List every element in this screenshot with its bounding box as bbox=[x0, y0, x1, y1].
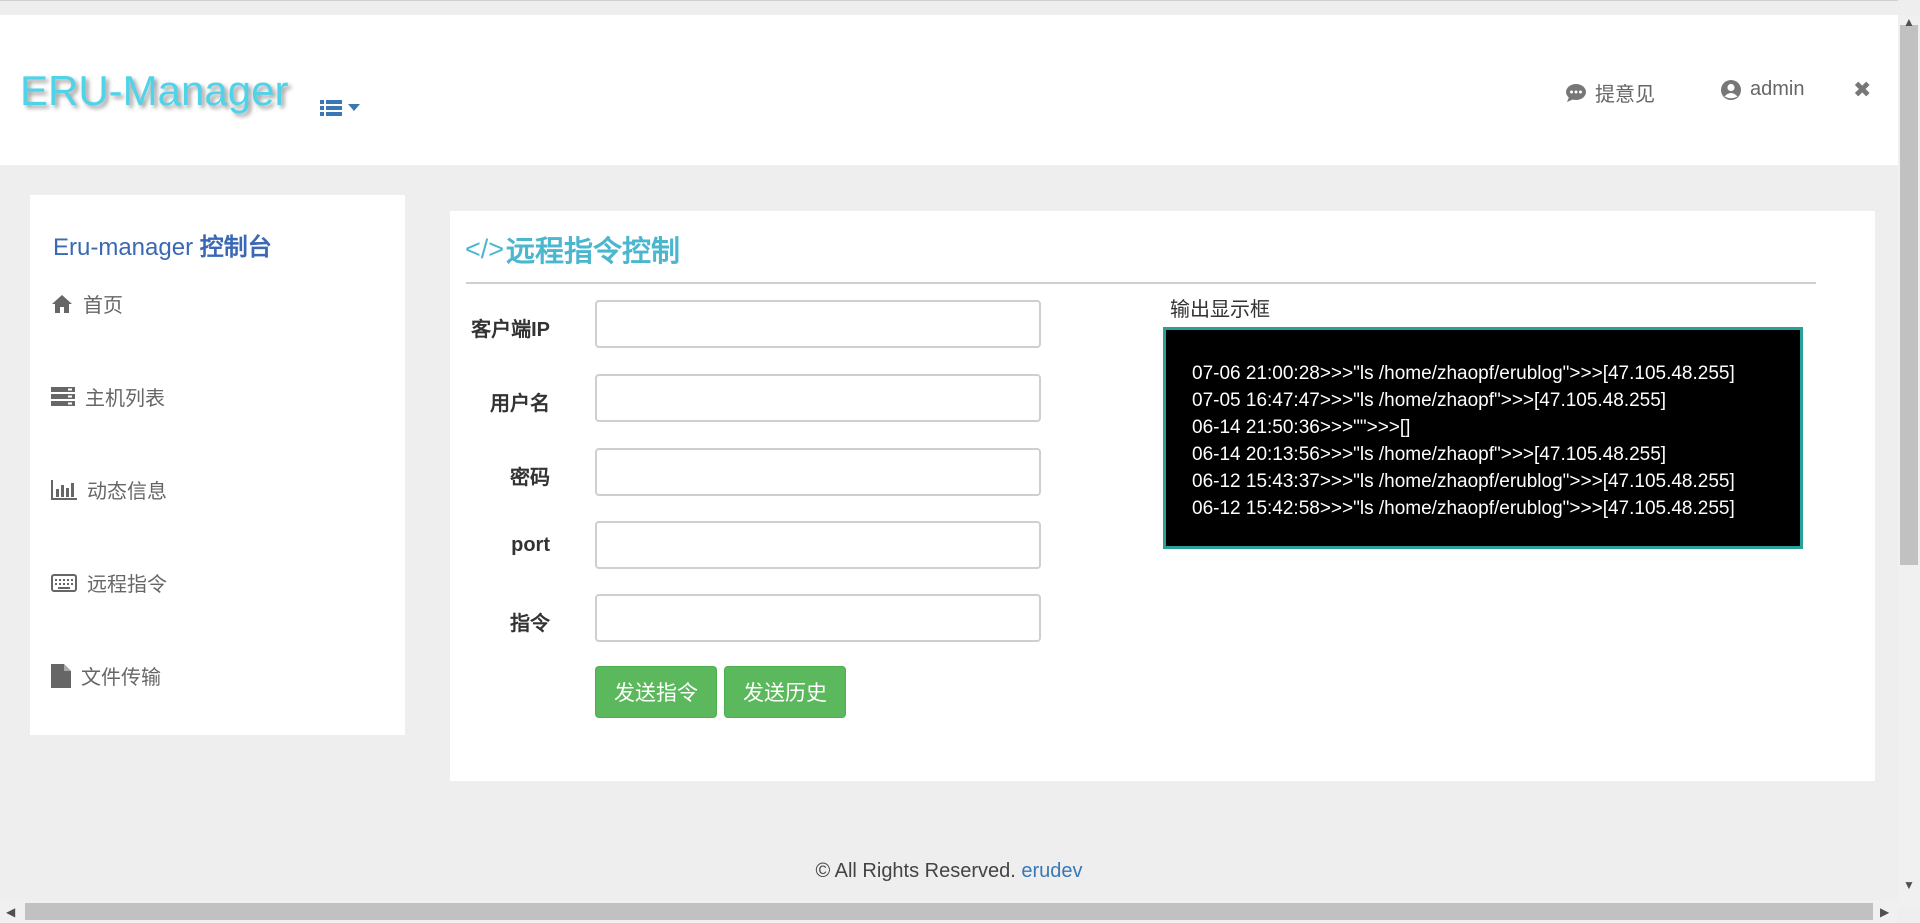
form-row-command: 指令 bbox=[450, 594, 1050, 646]
caret-down-icon bbox=[348, 104, 360, 111]
feedback-link[interactable]: 提意见 bbox=[1565, 78, 1655, 107]
sidebar-item-label: 首页 bbox=[83, 295, 123, 317]
scroll-down-icon[interactable]: ▼ bbox=[1903, 878, 1915, 892]
window-top-strip bbox=[0, 0, 1898, 16]
client-ip-input[interactable] bbox=[595, 300, 1041, 348]
sidebar-item-label: 远程指令 bbox=[87, 574, 167, 596]
username-label: 用户名 bbox=[490, 393, 550, 415]
bar-chart-icon bbox=[51, 479, 77, 500]
copyright-text: © All Rights Reserved. bbox=[815, 860, 1016, 882]
user-menu[interactable]: admin bbox=[1720, 78, 1804, 101]
menu-toggle-button[interactable] bbox=[320, 99, 360, 117]
output-label: 输出显示框 bbox=[1170, 299, 1270, 321]
page-title: </> 远程指令控制 bbox=[465, 228, 680, 270]
command-input[interactable] bbox=[595, 594, 1041, 642]
output-display[interactable]: 07-06 21:00:28>>>"ls /home/zhaopf/erublo… bbox=[1163, 327, 1803, 549]
sidebar-title: Eru-manager 控制台 bbox=[53, 227, 272, 262]
sidebar-title-prefix: Eru-manager bbox=[53, 234, 194, 261]
form-row-port: port bbox=[450, 521, 1050, 573]
send-command-button[interactable]: 发送指令 bbox=[595, 666, 717, 718]
password-input[interactable] bbox=[595, 448, 1041, 496]
port-label: port bbox=[511, 534, 550, 556]
title-divider bbox=[466, 282, 1816, 284]
user-circle-icon bbox=[1721, 79, 1741, 100]
sidebar: Eru-manager 控制台 首页 主机列表 动态信息 远程指令 文件传输 bbox=[30, 195, 405, 735]
command-label: 指令 bbox=[510, 613, 550, 635]
client-ip-label: 客户端IP bbox=[471, 319, 550, 341]
home-icon bbox=[52, 294, 72, 313]
vertical-scrollbar-thumb[interactable] bbox=[1900, 25, 1918, 565]
sidebar-item-file-transfer[interactable]: 文件传输 bbox=[51, 661, 161, 690]
form-row-username: 用户名 bbox=[450, 374, 1050, 426]
sidebar-item-remote-command[interactable]: 远程指令 bbox=[51, 568, 167, 597]
scroll-left-icon[interactable]: ◀ bbox=[6, 905, 15, 919]
page-title-text: 远程指令控制 bbox=[506, 236, 681, 268]
output-line: 06-12 15:42:58>>>"ls /home/zhaopf/erublo… bbox=[1192, 498, 1735, 519]
send-history-button[interactable]: 发送历史 bbox=[724, 666, 846, 718]
sidebar-item-dynamic-info[interactable]: 动态信息 bbox=[51, 475, 167, 504]
username-input[interactable] bbox=[595, 374, 1041, 422]
output-line: 06-12 15:43:37>>>"ls /home/zhaopf/erublo… bbox=[1192, 471, 1735, 492]
output-line: 06-14 21:50:36>>>"">>>[] bbox=[1192, 417, 1411, 438]
erudev-link[interactable]: erudev bbox=[1021, 860, 1082, 882]
main-panel: </> 远程指令控制 客户端IP 用户名 密码 port 指令 发送指令 发送历… bbox=[450, 211, 1875, 781]
port-input[interactable] bbox=[595, 521, 1041, 569]
sidebar-item-home[interactable]: 首页 bbox=[51, 289, 123, 318]
sidebar-item-hosts[interactable]: 主机列表 bbox=[51, 382, 165, 411]
footer: © All Rights Reserved. erudev bbox=[0, 860, 1898, 883]
sidebar-title-bold: 控制台 bbox=[199, 234, 272, 261]
scroll-right-icon[interactable]: ▶ bbox=[1880, 905, 1889, 919]
file-icon bbox=[51, 663, 71, 688]
keyboard-icon bbox=[51, 573, 77, 592]
comment-icon bbox=[1566, 83, 1586, 102]
code-icon: </> bbox=[465, 233, 505, 264]
list-icon bbox=[320, 100, 342, 116]
server-icon bbox=[51, 386, 75, 406]
form-row-password: 密码 bbox=[450, 448, 1050, 500]
feedback-label: 提意见 bbox=[1595, 84, 1655, 106]
app-logo[interactable]: ERU-Manager bbox=[20, 67, 288, 115]
scroll-up-icon[interactable]: ▲ bbox=[1903, 15, 1915, 29]
sidebar-item-label: 主机列表 bbox=[85, 388, 165, 410]
output-line: 07-05 16:47:47>>>"ls /home/zhaopf">>>[47… bbox=[1192, 390, 1667, 411]
output-line: 06-14 20:13:56>>>"ls /home/zhaopf">>>[47… bbox=[1192, 444, 1667, 465]
password-label: 密码 bbox=[510, 467, 550, 489]
sidebar-item-label: 动态信息 bbox=[87, 481, 167, 503]
close-icon[interactable]: ✖ bbox=[1853, 77, 1871, 103]
horizontal-scrollbar-thumb[interactable] bbox=[25, 903, 1873, 920]
form-row-client-ip: 客户端IP bbox=[450, 300, 1050, 352]
username-label: admin bbox=[1750, 78, 1805, 100]
output-line: 07-06 21:00:28>>>"ls /home/zhaopf/erublo… bbox=[1192, 363, 1735, 384]
sidebar-item-label: 文件传输 bbox=[81, 667, 161, 689]
